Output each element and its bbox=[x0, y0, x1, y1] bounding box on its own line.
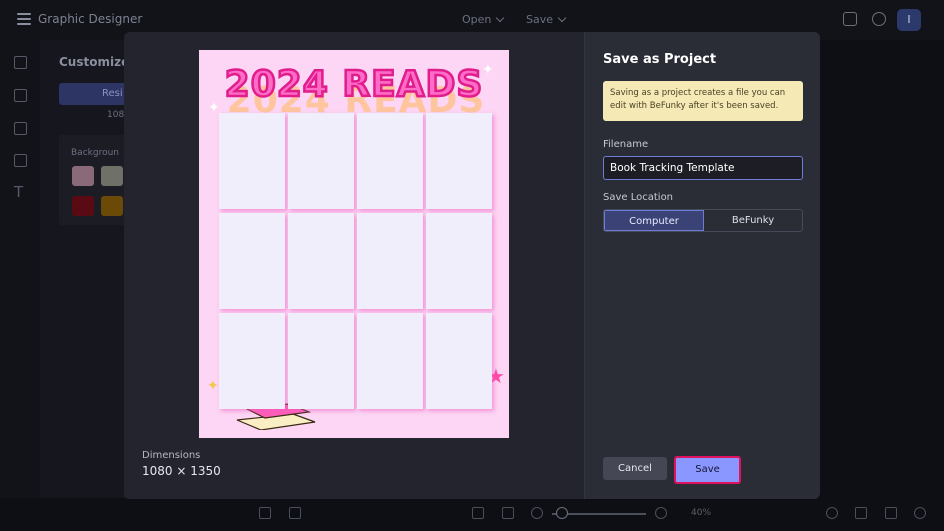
dialog-title: Save as Project bbox=[603, 52, 717, 67]
open-menu-label: Open bbox=[462, 13, 492, 26]
save-menu[interactable]: Save bbox=[526, 13, 567, 26]
dimensions-value: 1080 × 1350 bbox=[142, 464, 221, 478]
info-notice: Saving as a project creates a file you c… bbox=[603, 81, 803, 121]
filename-label: Filename bbox=[603, 139, 649, 150]
help-icon[interactable] bbox=[872, 12, 886, 26]
text-icon[interactable]: T bbox=[14, 185, 27, 200]
color-swatch[interactable] bbox=[101, 196, 123, 216]
zoom-in-icon[interactable] bbox=[655, 507, 667, 519]
sliders-icon[interactable] bbox=[14, 89, 27, 102]
preview-pane: 2024 READS 2024 READS ✦ ✦ ✦ ★ Dimensions… bbox=[124, 32, 584, 499]
book-cover-slot bbox=[357, 313, 423, 409]
refresh-icon[interactable] bbox=[826, 507, 838, 519]
book-cover-slot bbox=[288, 113, 354, 209]
book-cover-slot bbox=[288, 213, 354, 309]
zoom-slider-handle[interactable] bbox=[556, 507, 568, 519]
book-cover-slot bbox=[219, 313, 285, 409]
book-cover-slot bbox=[426, 213, 492, 309]
sparkle-icon: ✦ bbox=[208, 100, 220, 116]
redo-icon[interactable] bbox=[885, 507, 897, 519]
fit-screen-icon[interactable] bbox=[472, 507, 484, 519]
book-cover-slot bbox=[426, 113, 492, 209]
book-cover-slot bbox=[357, 213, 423, 309]
filename-input[interactable] bbox=[603, 156, 803, 180]
background-label: Backgroun bbox=[71, 148, 119, 158]
menu-icon[interactable] bbox=[17, 13, 31, 25]
book-cover-slot bbox=[357, 113, 423, 209]
book-cover-slot bbox=[219, 113, 285, 209]
sparkle-icon: ✦ bbox=[482, 62, 494, 78]
size-hint: 108 bbox=[107, 110, 125, 120]
comment-icon[interactable] bbox=[843, 12, 857, 26]
location-computer-button[interactable]: Computer bbox=[604, 210, 704, 231]
save-button[interactable]: Save bbox=[674, 456, 741, 484]
resize-tab[interactable]: Resi bbox=[59, 83, 129, 105]
sparkle-icon: ✦ bbox=[207, 378, 219, 394]
color-swatch[interactable] bbox=[72, 196, 94, 216]
template-icon[interactable] bbox=[14, 122, 27, 135]
actual-size-icon[interactable] bbox=[502, 507, 514, 519]
grid-icon[interactable] bbox=[289, 507, 301, 519]
save-menu-label: Save bbox=[526, 13, 554, 26]
book-cover-slot bbox=[426, 313, 492, 409]
zoom-level: 40% bbox=[691, 508, 712, 518]
save-project-dialog: 2024 READS 2024 READS ✦ ✦ ✦ ★ Dimensions… bbox=[124, 32, 820, 499]
app-title: Graphic Designer bbox=[38, 12, 143, 26]
chevron-down-icon bbox=[496, 13, 505, 23]
reading-grid bbox=[219, 113, 492, 409]
open-menu[interactable]: Open bbox=[462, 13, 505, 26]
layout-icon[interactable] bbox=[14, 56, 27, 69]
color-swatch[interactable] bbox=[101, 166, 123, 186]
history-icon[interactable] bbox=[914, 507, 926, 519]
cancel-button[interactable]: Cancel bbox=[603, 457, 667, 480]
save-location-toggle: Computer BeFunky bbox=[603, 209, 803, 232]
elements-icon[interactable] bbox=[14, 154, 27, 167]
book-cover-slot bbox=[219, 213, 285, 309]
undo-icon[interactable] bbox=[855, 507, 867, 519]
zoom-out-icon[interactable] bbox=[531, 507, 543, 519]
location-befunky-button[interactable]: BeFunky bbox=[704, 210, 802, 231]
poster-title: 2024 READS bbox=[223, 63, 484, 107]
book-cover-slot bbox=[288, 313, 354, 409]
save-options-pane: Save as Project Saving as a project crea… bbox=[584, 32, 820, 499]
dimensions-label: Dimensions bbox=[142, 450, 201, 461]
chevron-down-icon bbox=[557, 13, 567, 23]
poster-preview: 2024 READS 2024 READS ✦ ✦ ✦ ★ bbox=[199, 50, 509, 438]
layers-icon[interactable] bbox=[259, 507, 271, 519]
avatar[interactable]: I bbox=[897, 9, 921, 31]
panel-title: Customize bbox=[59, 55, 130, 69]
save-location-label: Save Location bbox=[603, 192, 674, 203]
left-toolbar: T bbox=[0, 40, 40, 531]
color-swatch[interactable] bbox=[72, 166, 94, 186]
